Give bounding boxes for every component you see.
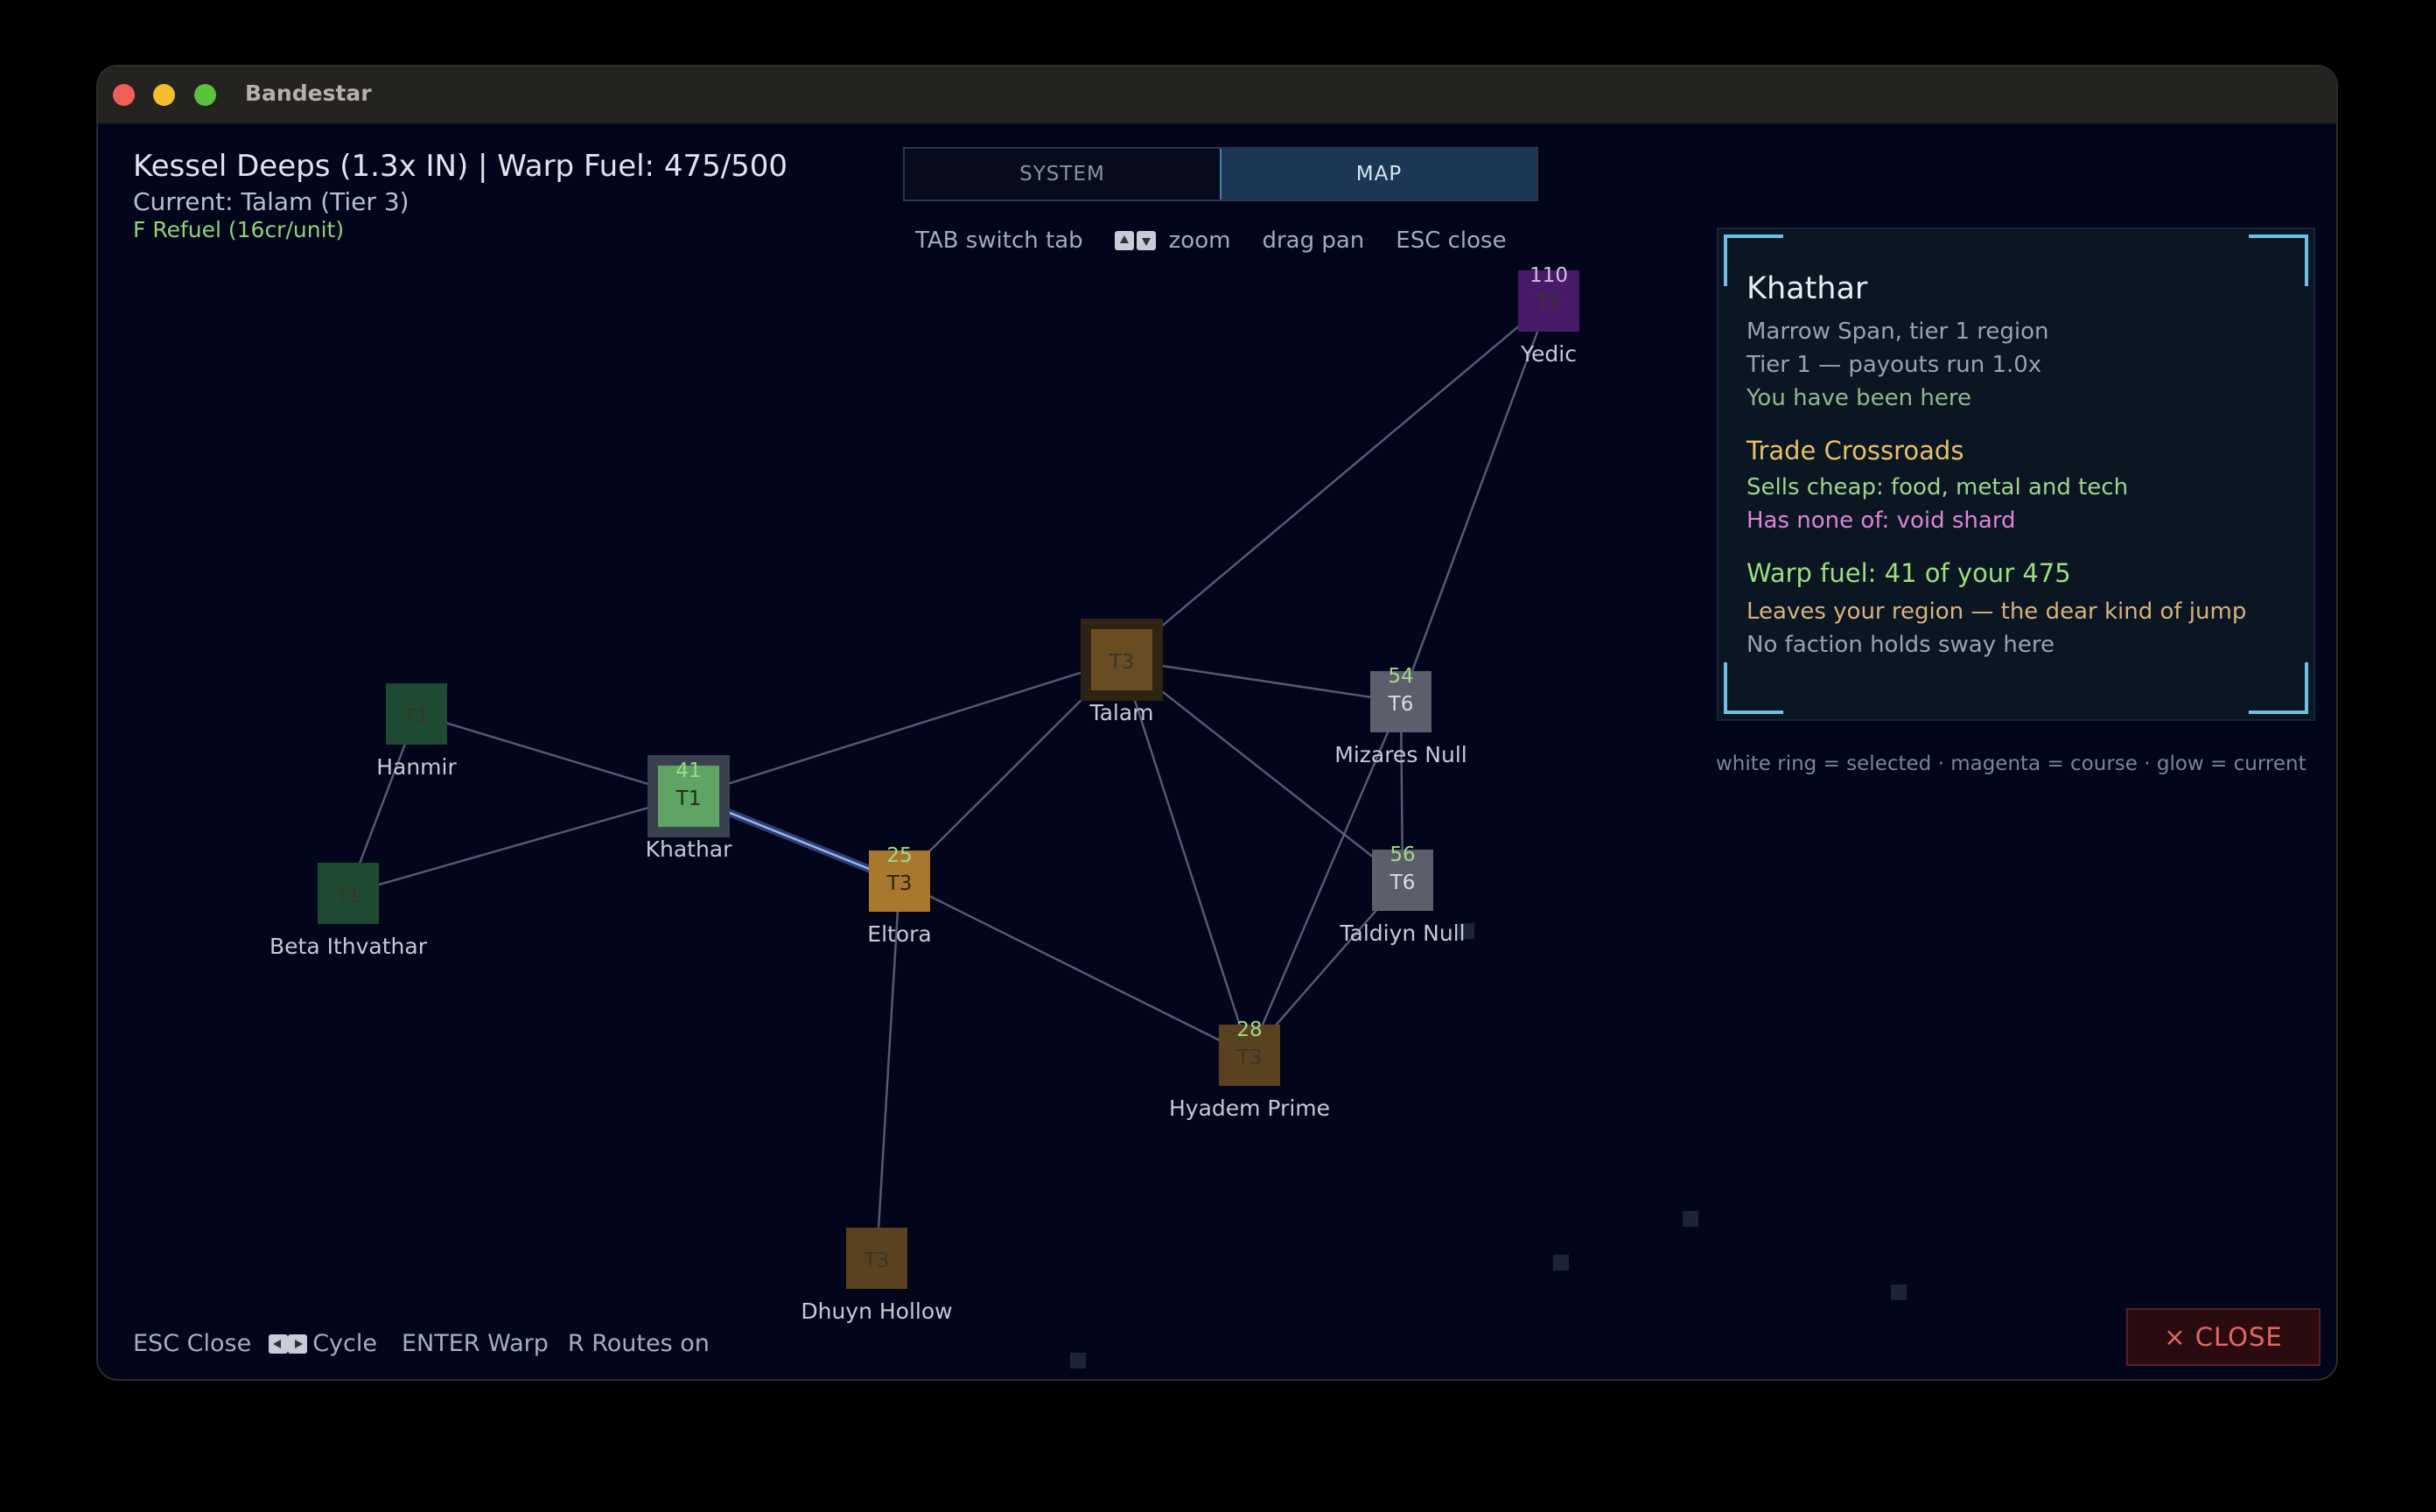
system-name-label: Dhuyn Hollow	[801, 1298, 952, 1324]
system-node-dhuyn[interactable]: T3 Dhuyn Hollow	[801, 1228, 953, 1324]
debris-marker	[1070, 1353, 1086, 1368]
footer-cycle: Cycle	[312, 1330, 377, 1357]
system-tier-label: T3	[1109, 651, 1135, 674]
info-has-none: Has none of: void shard	[1746, 508, 2016, 534]
system-node-hanmir[interactable]: T1 Hanmir	[376, 683, 457, 780]
window-title: Bandestar	[245, 80, 372, 106]
controls-hints: TAB switch tab zoom drag pan ESC close	[915, 228, 1538, 254]
footer-routes-toggle: R Routes on	[567, 1330, 710, 1357]
system-fuel-cost: 110	[1530, 264, 1568, 287]
system-node-talam[interactable]: T3 Talam	[1081, 619, 1163, 725]
system-fuel-cost: 54	[1388, 665, 1413, 688]
info-leaves-region: Leaves your region — the dear kind of ju…	[1746, 598, 2247, 625]
system-name-label: Hanmir	[376, 754, 457, 780]
hint-esc: ESC close	[1396, 228, 1507, 254]
game-window: Bandestar T5 110 Yedic T3 Talam T6 54 Mizares N…	[98, 66, 2336, 1379]
system-name-label: Taldiyn Null	[1339, 920, 1465, 946]
hud-current-system: Current: Talam (Tier 3)	[133, 187, 410, 216]
info-sells: Sells cheap: food, metal and tech	[1746, 474, 2129, 500]
hint-zoom-label: zoom	[1168, 228, 1231, 254]
hint-drag: drag pan	[1262, 228, 1365, 254]
system-node-hyadem[interactable]: T3 28 Hyadem Prime	[1169, 1018, 1330, 1121]
system-name-label: Mizares Null	[1334, 742, 1466, 767]
system-name-label: Eltora	[867, 921, 931, 947]
info-faction: No faction holds sway here	[1746, 632, 2054, 658]
system-fuel-cost: 56	[1390, 844, 1415, 866]
system-fuel-cost: 28	[1236, 1018, 1262, 1041]
info-region: Marrow Span, tier 1 region	[1746, 318, 2049, 345]
info-system-name: Khathar	[1746, 271, 1868, 306]
route-line	[899, 879, 1250, 1057]
route-line	[1121, 659, 1404, 881]
tab-system[interactable]: SYSTEM	[905, 149, 1220, 200]
panel-corner-bracket	[1724, 662, 1783, 714]
game-viewport: T5 110 Yedic T3 Talam T6 54 Mizares Null T6 56 Tal…	[98, 122, 2336, 1379]
system-name-label: Khathar	[646, 836, 733, 862]
footer-esc-close: ESC Close	[133, 1330, 252, 1357]
system-node-eltora[interactable]: T3 25 Eltora	[867, 844, 931, 947]
title-bar[interactable]: Bandestar	[98, 66, 2336, 124]
system-tier-label: T1	[403, 705, 430, 728]
system-tier-label: T3	[864, 1250, 890, 1272]
system-info-panel: Khathar Marrow Span, tier 1 region Tier …	[1717, 228, 2315, 721]
system-name-label: Beta Ithvathar	[270, 934, 428, 959]
info-visited: You have been here	[1746, 385, 1971, 411]
arrow-right-key-icon	[288, 1334, 308, 1354]
arrow-down-key-icon	[1136, 231, 1156, 250]
system-name-label: Hyadem Prime	[1169, 1096, 1330, 1121]
close-window-icon[interactable]	[113, 84, 135, 106]
hint-tab: TAB switch tab	[915, 228, 1083, 254]
system-tier-label: T1	[335, 885, 361, 907]
arrow-left-key-icon	[269, 1334, 289, 1354]
system-node-mizares[interactable]: T6 54 Mizares Null	[1334, 665, 1466, 767]
system-node-taldiyn[interactable]: T6 56 Taldiyn Null	[1339, 844, 1465, 946]
map-legend: white ring = selected · magenta = course…	[1716, 752, 2306, 775]
panel-corner-bracket	[2249, 662, 2308, 714]
info-warp-fuel: Warp fuel: 41 of your 475	[1746, 558, 2071, 588]
route-line	[347, 794, 690, 895]
footer-enter-warp: ENTER Warp	[401, 1330, 549, 1357]
hud-region-fuel: Kessel Deeps (1.3x IN) | Warp Fuel: 475/…	[133, 149, 788, 184]
tab-map[interactable]: MAP	[1220, 149, 1536, 200]
system-node-yedic[interactable]: T5 110 Yedic	[1518, 264, 1579, 367]
zoom-window-icon[interactable]	[194, 84, 216, 106]
system-fuel-cost: 25	[886, 844, 912, 867]
route-line	[688, 658, 1123, 798]
system-name-label: Talam	[1088, 700, 1153, 725]
system-fuel-cost: 41	[676, 760, 701, 782]
system-tier-label: T1	[676, 788, 702, 810]
panel-corner-bracket	[2249, 234, 2308, 286]
info-tier: Tier 1 — payouts run 1.0x	[1746, 352, 2042, 378]
system-tier-label: T3	[886, 872, 913, 895]
system-node-khathar[interactable]: T1 41 Khathar	[646, 755, 733, 862]
system-tier-label: T5	[1536, 292, 1562, 315]
footer-controls: ESC Close Cycle ENTER Warp R Routes on	[133, 1330, 710, 1357]
system-tier-label: T3	[1236, 1046, 1263, 1069]
debris-marker	[1683, 1211, 1698, 1227]
system-tier-label: T6	[1390, 872, 1416, 894]
close-map-button[interactable]: × CLOSE	[2126, 1308, 2320, 1366]
route-line	[1121, 658, 1402, 704]
debris-marker	[1553, 1255, 1569, 1270]
system-name-label: Yedic	[1520, 341, 1577, 367]
route-line	[1121, 300, 1550, 661]
system-tier-label: T6	[1388, 693, 1414, 716]
arrow-up-key-icon	[1114, 231, 1134, 250]
tab-bar: SYSTEM MAP	[903, 147, 1538, 201]
hud-refuel-hint: F Refuel (16cr/unit)	[133, 217, 345, 242]
hint-zoom: zoom	[1114, 228, 1231, 254]
debris-marker	[1891, 1284, 1907, 1300]
info-trade-title: Trade Crossroads	[1746, 436, 1964, 466]
minimize-window-icon[interactable]	[153, 84, 175, 106]
